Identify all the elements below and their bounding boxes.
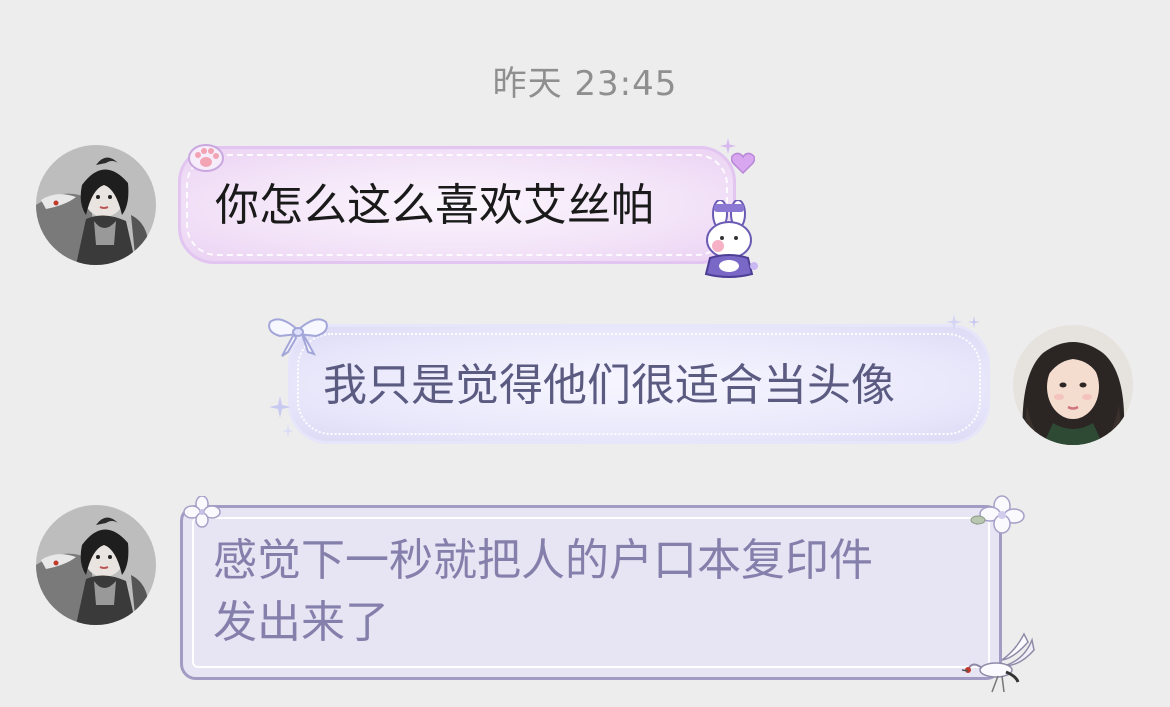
user-avatar[interactable] [1013,325,1133,445]
chat-timestamp: 昨天 23:45 [492,64,678,104]
message-bubble[interactable]: 我只是觉得他们很适合当头像 [288,324,990,444]
message-text-line: 发出来了 [213,597,389,648]
sparkle-icon [268,396,294,444]
contact-avatar[interactable] [36,145,156,265]
bunny-sticker-icon [698,199,762,286]
message-text: 我只是觉得他们很适合当头像 [323,360,895,411]
message-text: 你怎么这么喜欢艾丝帕 [215,180,655,231]
ribbon-bow-icon [266,316,330,362]
flower-icon [182,495,222,532]
message-bubble[interactable]: 你怎么这么喜欢艾丝帕 [178,146,736,264]
contact-avatar[interactable] [36,505,156,625]
sparkle-icon [944,312,984,336]
message-text-line: 感觉下一秒就把人的户口本复印件 [213,535,873,586]
heart-icon [730,152,756,178]
paw-icon [188,143,224,177]
message-bubble[interactable]: 感觉下一秒就把人的户口本复印件 发出来了 [180,505,1002,680]
